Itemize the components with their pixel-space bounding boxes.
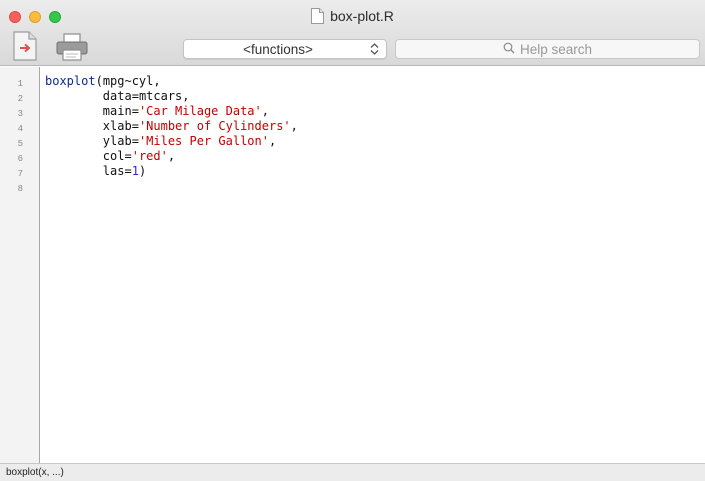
window-title: box-plot.R — [330, 8, 394, 24]
code-token: ) — [138, 164, 147, 178]
code-line: col='red', — [45, 149, 298, 164]
line-number: 2 — [17, 94, 23, 104]
line-number: 3 — [17, 109, 23, 119]
code-line: las=1) — [45, 164, 298, 179]
source-file-icon[interactable] — [10, 30, 40, 62]
printer-icon[interactable] — [54, 32, 90, 62]
title-area: box-plot.R — [0, 6, 705, 26]
line-number-gutter: 1 2 3 4 5 6 7 8 — [0, 67, 40, 463]
code-token: , — [268, 134, 277, 148]
code-token: main — [45, 104, 132, 118]
line-number: 7 — [17, 169, 23, 179]
code-token: = — [131, 104, 139, 118]
functions-dropdown[interactable]: <functions> — [183, 39, 387, 59]
line-number: 8 — [17, 184, 23, 194]
code-token: , — [290, 119, 298, 133]
code-line: boxplot(mpg~cyl, — [45, 74, 298, 89]
code-token: data — [45, 89, 132, 103]
magnifier-icon — [503, 42, 515, 57]
line-number: 1 — [17, 79, 23, 89]
code-token: 1 — [131, 164, 139, 178]
code-line: data=mtcars, — [45, 89, 298, 104]
document-icon — [311, 8, 325, 24]
code-token: = — [131, 134, 139, 148]
code-token: mtcars, — [138, 89, 190, 103]
code-token: = — [131, 89, 139, 103]
code-token: ( — [95, 74, 103, 88]
help-search-placeholder: Help search — [519, 41, 593, 57]
code-token: ylab — [45, 134, 132, 148]
code-token: mpg~cyl, — [102, 74, 161, 88]
code-text-area[interactable]: boxplot(mpg~cyl, data=mtcars, main='Car … — [45, 74, 298, 194]
code-token: 'Number of Cylinders' — [138, 119, 291, 133]
functions-dropdown-label: <functions> — [243, 41, 313, 57]
code-token: = — [124, 164, 132, 178]
code-token: col — [45, 149, 125, 163]
code-line: xlab='Number of Cylinders', — [45, 119, 298, 134]
line-number: 6 — [17, 154, 23, 164]
window-titlebar: box-plot.R <functions> Help search — [0, 0, 705, 66]
code-token: 'Miles Per Gallon' — [138, 134, 269, 148]
code-editor[interactable]: 12345678 boxplot(mpg~cyl, data=mtcars, m… — [0, 67, 705, 463]
up-down-arrows-icon — [362, 40, 386, 58]
line-number: 4 — [17, 124, 23, 134]
function-signature-hint: boxplot(x, ...) — [6, 467, 64, 478]
code-token: boxplot — [45, 74, 96, 88]
code-token: xlab — [45, 119, 132, 133]
code-token: las — [45, 164, 125, 178]
code-token: , — [167, 149, 176, 163]
code-token: , — [261, 104, 269, 118]
code-token: = — [124, 149, 132, 163]
code-line: main='Car Milage Data', — [45, 104, 298, 119]
code-line: ylab='Miles Per Gallon', — [45, 134, 298, 149]
status-bar: boxplot(x, ...) — [0, 463, 705, 481]
line-number: 5 — [17, 139, 23, 149]
code-token: 'Car Milage Data' — [138, 104, 262, 118]
help-search-field[interactable]: Help search — [395, 39, 700, 59]
code-token: 'red' — [131, 149, 168, 163]
code-token: = — [131, 119, 139, 133]
